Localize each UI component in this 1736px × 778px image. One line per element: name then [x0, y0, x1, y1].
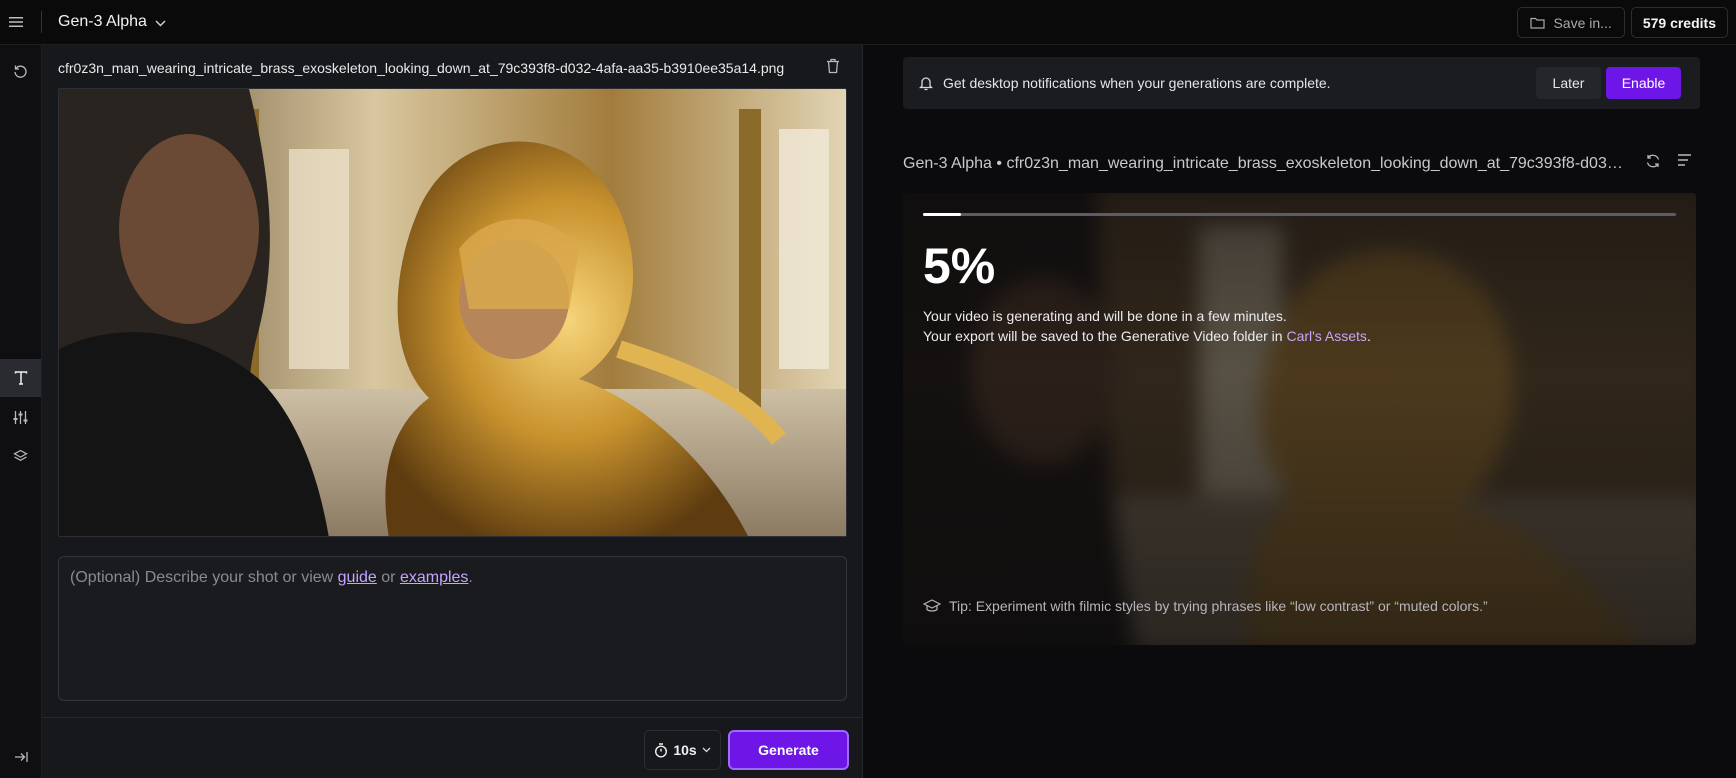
prompt-placeholder: (Optional) Describe your shot or view — [70, 569, 338, 586]
progress-percent: 5% — [923, 238, 996, 294]
model-selector[interactable]: Gen-3 Alpha — [58, 13, 166, 31]
text-icon — [14, 371, 27, 385]
list-icon — [1678, 154, 1691, 166]
status-line-2: Your export will be saved to the Generat… — [923, 328, 1371, 344]
generation-actions — [1645, 153, 1692, 174]
collapse-right-icon — [14, 752, 28, 762]
delete-image-button[interactable] — [826, 58, 840, 79]
bell-icon — [919, 75, 933, 91]
save-in-label: Save in... — [1553, 14, 1612, 31]
text-tool-button[interactable] — [0, 359, 41, 397]
later-button[interactable]: Later — [1536, 67, 1601, 99]
generation-title: Gen-3 Alpha • cfr0z3n_man_wearing_intric… — [903, 155, 1623, 172]
input-image[interactable] — [58, 88, 847, 537]
app-root: Gen-3 Alpha Save in... 579 credits cfr0z… — [0, 0, 1736, 778]
top-right-actions: Save in... 579 credits — [1517, 7, 1728, 38]
generate-bar: 10s Generate — [42, 717, 863, 778]
folder-icon — [1530, 17, 1546, 29]
hamburger-icon — [9, 17, 23, 27]
prompt-input[interactable]: (Optional) Describe your shot or view gu… — [58, 556, 847, 701]
credits-label: 579 credits — [1642, 14, 1716, 31]
generate-button[interactable]: Generate — [728, 730, 849, 770]
generate-label: Generate — [758, 742, 819, 758]
settings-tool-button[interactable] — [0, 398, 41, 436]
top-bar: Gen-3 Alpha Save in... 579 credits — [0, 0, 1736, 45]
progress-fill — [923, 213, 961, 216]
assets-link[interactable]: Carl's Assets — [1286, 328, 1366, 344]
guide-link[interactable]: guide — [338, 569, 377, 586]
layers-tool-button[interactable] — [0, 437, 41, 475]
layers-icon — [13, 449, 28, 461]
tip-text: Tip: Experiment with filmic styles by tr… — [949, 598, 1488, 614]
undo-history-icon — [14, 65, 27, 78]
tip: Tip: Experiment with filmic styles by tr… — [923, 598, 1488, 614]
duration-select[interactable]: 10s — [644, 730, 721, 770]
refresh-icon — [1646, 154, 1660, 168]
credits-badge[interactable]: 579 credits — [1630, 7, 1728, 38]
input-panel: cfr0z3n_man_wearing_intricate_brass_exos… — [42, 45, 863, 778]
progress-track — [923, 213, 1676, 216]
refresh-button[interactable] — [1645, 153, 1661, 174]
enable-label: Enable — [1621, 75, 1666, 91]
output-area: Get desktop notifications when your gene… — [863, 45, 1736, 778]
duration-label: 10s — [673, 742, 697, 758]
divider — [41, 11, 42, 33]
collapse-panel-button[interactable] — [0, 738, 41, 776]
graduation-cap-icon — [923, 599, 941, 612]
chevron-down-icon — [155, 19, 166, 27]
details-button[interactable] — [1677, 153, 1692, 174]
timer-icon — [655, 742, 668, 758]
prompt-suffix: . — [468, 569, 473, 586]
enable-button[interactable]: Enable — [1606, 67, 1681, 99]
left-rail — [0, 45, 42, 778]
notification-banner: Get desktop notifications when your gene… — [903, 57, 1700, 109]
generation-preview: 5% Your video is generating and will be … — [903, 193, 1696, 645]
input-file-name: cfr0z3n_man_wearing_intricate_brass_exos… — [58, 60, 785, 76]
examples-link[interactable]: examples — [400, 569, 468, 586]
trash-icon — [827, 58, 839, 74]
notification-text: Get desktop notifications when your gene… — [943, 75, 1331, 91]
status-line-1: Your video is generating and will be don… — [923, 308, 1287, 324]
model-name: Gen-3 Alpha — [58, 13, 147, 30]
later-label: Later — [1552, 75, 1585, 91]
history-button[interactable] — [0, 52, 41, 90]
save-in-button[interactable]: Save in... — [1517, 7, 1625, 38]
input-image-art — [59, 89, 846, 536]
menu-button[interactable] — [0, 0, 32, 45]
status-message: Your video is generating and will be don… — [923, 306, 1371, 346]
sliders-icon — [13, 410, 28, 424]
chevron-down-icon — [702, 747, 711, 753]
prompt-or-text: or — [376, 569, 400, 586]
preview-overlay — [903, 193, 1696, 645]
